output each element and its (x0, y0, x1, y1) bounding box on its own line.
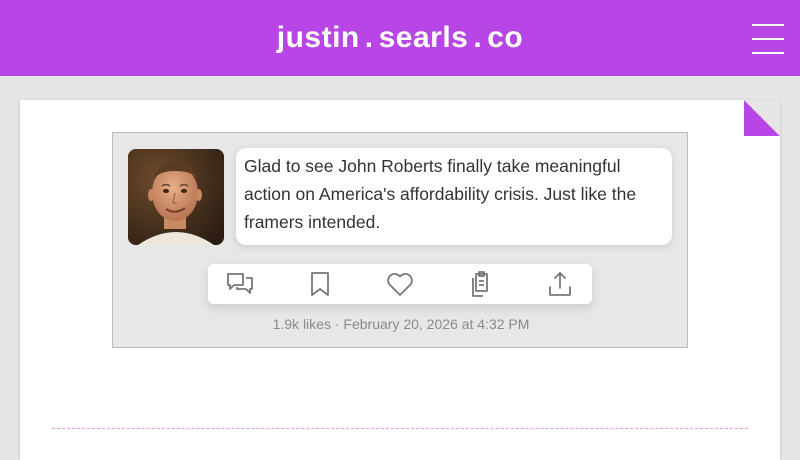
corner-fold-icon (744, 100, 780, 136)
site-title-part-1: justin (276, 21, 360, 54)
author-avatar (128, 149, 224, 245)
post-screenshot-frame: Glad to see John Roberts finally take me… (112, 132, 688, 348)
post-text-bubble: Glad to see John Roberts finally take me… (236, 148, 672, 245)
site-title-dot-1: . (364, 21, 374, 54)
site-title-dot-2: . (473, 21, 483, 54)
dashed-divider (52, 428, 748, 429)
site-title-link[interactable]: justin . searls . co (0, 0, 800, 76)
hamburger-menu-icon[interactable] (752, 22, 784, 56)
site-title-part-2: searls (378, 21, 469, 54)
meta-separator: · (334, 316, 340, 332)
post-timestamp: February 20, 2026 at 4:32 PM (343, 316, 530, 332)
share-icon[interactable] (544, 268, 576, 300)
site-title-part-3: co (487, 21, 524, 54)
bookmark-icon[interactable] (304, 268, 336, 300)
post-card: Glad to see John Roberts finally take me… (20, 100, 780, 460)
post-action-bar (208, 264, 592, 304)
post-text: Glad to see John Roberts finally take me… (244, 156, 637, 232)
site-header: justin . searls . co (0, 0, 800, 76)
post-meta: 1.9k likes · February 20, 2026 at 4:32 P… (113, 316, 689, 332)
reply-icon[interactable] (224, 268, 256, 300)
likes-count: 1.9k likes (272, 316, 331, 332)
author-avatar-image (128, 149, 224, 245)
heart-icon[interactable] (384, 268, 416, 300)
copy-icon[interactable] (464, 268, 496, 300)
